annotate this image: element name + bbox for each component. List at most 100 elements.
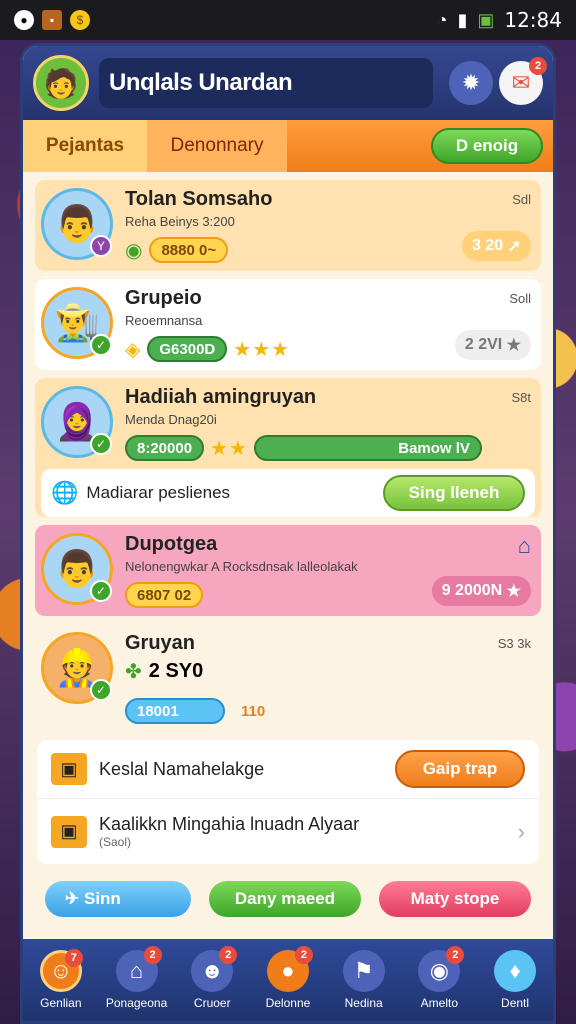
home-icon[interactable]: ⌂ — [518, 533, 531, 559]
pin-icon: ♦ — [494, 950, 537, 992]
clock: 12:84 — [504, 8, 562, 32]
value-pill: 18001 — [125, 698, 225, 724]
player-list: 👨 Y Tolan Somsaho Reha Beinys 3:200 ◉ 8880… — [23, 172, 553, 924]
check-icon: ✓ — [90, 334, 112, 356]
sinn-label: Sinn — [83, 889, 121, 908]
nav-item-amelto[interactable]: ◉ 2 Amelto — [406, 946, 472, 1010]
eye-icon: ◉ 2 — [418, 946, 465, 992]
gem-icon: ◉ — [125, 239, 144, 262]
coin-icon: $ — [70, 10, 90, 30]
profile-avatar[interactable]: 🧑 — [33, 55, 89, 111]
mail-icon: ✉ — [511, 70, 531, 95]
box-icon: ▣ — [51, 815, 87, 848]
star-icon: ★ — [506, 337, 521, 354]
green-action-button[interactable]: D enoig — [431, 128, 543, 164]
value-pill: 8:20000 — [125, 435, 205, 461]
stars: ★★★ — [233, 338, 291, 361]
nav-item-genlian[interactable]: ☺ 7 Genlian — [28, 949, 94, 1010]
score-pill: 2 2VI ★ — [454, 330, 531, 360]
nav-label: Cruoer — [193, 996, 231, 1010]
nav-item-nedina[interactable]: ⚑ Nedina — [331, 950, 397, 1010]
avatar: 👨 ✓ — [41, 533, 113, 605]
list-item[interactable]: 👨 Y Tolan Somsaho Reha Beinys 3:200 ◉ 8880… — [35, 180, 541, 271]
flag-icon: ⚑ — [342, 950, 385, 992]
sing-button[interactable]: Sing lleneh — [383, 475, 525, 511]
value-pill: 6807 02 — [125, 582, 204, 608]
avatar: 👷 ✓ — [41, 632, 113, 704]
nav-item-cruoer[interactable]: ☻ 2 Cruoer — [179, 946, 245, 1010]
score-value: 2 2VI — [464, 336, 503, 353]
player-name: Grupeio — [125, 287, 202, 309]
avatar-icon: ☻ 2 — [191, 946, 238, 992]
score-value: 9 2000N — [441, 582, 503, 599]
player-sub: Reha Beinys 3:200 — [125, 214, 235, 229]
check-icon: ✓ — [90, 580, 112, 602]
main-panel: 🧑 Unqlals Unardan ✹ ✉ 2 Pejantas Denonnar… — [20, 43, 556, 1024]
nav-item-ponageona[interactable]: ⌂ 2 Ponageona — [104, 946, 170, 1010]
check-icon: ✓ — [90, 679, 112, 701]
list-item[interactable]: 👨‍🌾 ✓ Grupeio Reoemnansa ◈ G6300D ★★★ Soll … — [35, 279, 541, 370]
chevron-right-icon: › — [517, 818, 525, 844]
value-pill: G6300D — [147, 336, 228, 362]
ball-icon: ● 2 — [266, 946, 313, 992]
dany-button[interactable]: Dany maeed — [209, 881, 361, 917]
row-label: Kaalikkn Mingahia lnuadn Alyaar — [99, 814, 360, 834]
card-action-row: 🌐 Madiarar peslienes Sing lleneh — [41, 469, 535, 517]
bottom-nav: ☺ 7 Genlian ⌂ 2 Ponageona ☻ 2 Cruoer ● 2 Delonne… — [23, 939, 553, 1021]
avatar: 🧕 ✓ — [41, 386, 113, 458]
list-item[interactable]: 🧕 ✓ Hadiiah amingruyan Menda Dnag20i 8:20… — [35, 378, 541, 517]
green-pill: Bamow lV — [253, 435, 482, 461]
globe-icon: 🌐 — [51, 480, 79, 505]
row-label: Keslal Namahelakge — [99, 758, 265, 779]
tab-denonnary[interactable]: Denonnary — [147, 120, 287, 172]
app-icon: ▪ — [42, 10, 62, 30]
score-value: 3 20 — [472, 237, 504, 254]
bottom-row-1: ▣ Keslal Namahelakge Gaip trap — [37, 740, 539, 798]
score-pill: 9 2000N ★ — [431, 576, 531, 606]
person-icon: ☺ 7 — [39, 949, 83, 992]
nav-item-dentl[interactable]: ♦ Dentl — [482, 950, 548, 1010]
clover-icon: ✤ — [125, 661, 143, 683]
player-name: Hadiiah amingruyan — [125, 386, 317, 408]
tab-pejantas[interactable]: Pejantas — [23, 120, 147, 172]
action-row: ✈ Sinn Dany maeed Maty stope — [35, 874, 541, 924]
gaip-trap-button[interactable]: Gaip trap — [395, 750, 525, 788]
player-sub: Reoemnansa — [125, 313, 203, 328]
player-name: Tolan Somsaho — [125, 188, 273, 210]
box-icon: ▣ — [51, 753, 87, 785]
gear-icon: ✹ — [461, 70, 481, 95]
list-item[interactable]: 👨 ✓ Dupotgea Nelonengwkar A Rocksdnsak la… — [35, 525, 541, 616]
list-item[interactable]: 👷 ✓ Gruyan ✤ 2 SY0 18001 110 S3 3k — [35, 624, 541, 732]
nav-label: Amelto — [420, 996, 459, 1010]
status-bar: ● ▪ $ ◔ ▮ ▣ 12:84 — [0, 0, 576, 40]
nav-badge: 2 — [143, 946, 162, 964]
avatar: 👨 Y — [41, 188, 113, 260]
battery-icon: ▣ — [477, 9, 495, 30]
mail-button[interactable]: ✉ 2 — [499, 57, 547, 105]
nav-label: Genlian — [40, 996, 82, 1010]
nav-label: Nedina — [344, 996, 383, 1010]
coin-icon: ◈ — [125, 338, 142, 361]
settings-button[interactable]: ✹ — [449, 61, 493, 105]
row-sub: (Saol) — [99, 835, 132, 849]
bottom-row-2[interactable]: ▣ Kaalikkn Mingahia lnuadn Alyaar (Saol)… — [37, 798, 539, 864]
card-meta: S8t — [511, 390, 531, 405]
player-name: Gruyan — [125, 632, 196, 654]
value-pill-2: 110 — [241, 702, 266, 720]
player-name: Dupotgea — [125, 533, 218, 555]
maty-button[interactable]: Maty stope — [379, 881, 531, 917]
player-sub: Nelonengwkar A Rocksdnsak lalleolakak — [125, 559, 358, 574]
row-label: Madiarar peslienes — [86, 483, 231, 502]
nav-badge: 2 — [219, 946, 238, 964]
sinn-button[interactable]: ✈ Sinn — [45, 881, 191, 917]
card-meta: S3 3k — [497, 636, 531, 651]
nav-label: Dentl — [501, 996, 530, 1010]
card-meta: Soll — [509, 291, 531, 306]
nav-item-delonne[interactable]: ● 2 Delonne — [255, 946, 321, 1010]
nav-badge: 2 — [294, 946, 313, 964]
nav-badge: 2 — [446, 946, 465, 964]
player-sub: Menda Dnag20i — [125, 412, 217, 427]
wifi-icon: ◔ — [436, 9, 448, 30]
player-value: 2 SY0 — [148, 660, 204, 682]
score-pill: 3 20 ➚ — [462, 231, 531, 261]
